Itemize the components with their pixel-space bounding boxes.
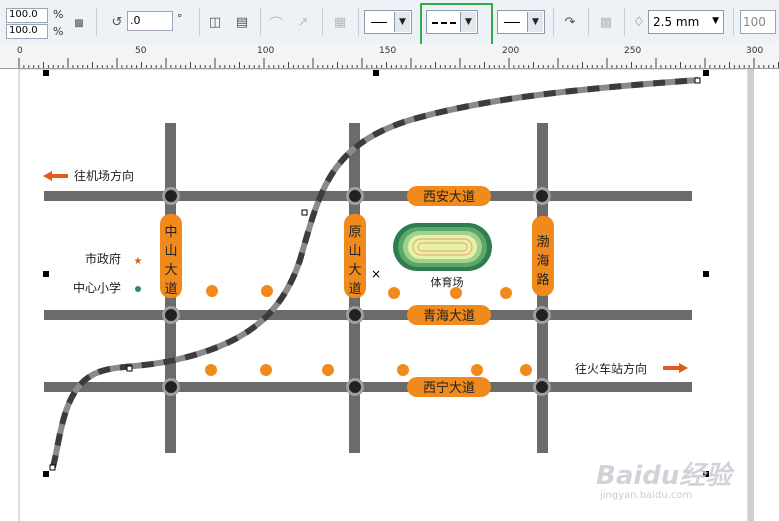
end-arrow-select[interactable]: ▼ (497, 10, 545, 34)
drawing-canvas[interactable]: 西安大道 青海大道 西宁大道 中山大道 原山大道 渤海路 体育场 市政府 ★ 中… (0, 69, 779, 521)
selection-handle (43, 271, 49, 277)
school-dot-icon (135, 286, 141, 292)
tree-dot (500, 287, 512, 299)
rotate-icon: ↺ (111, 14, 123, 30)
horizontal-ruler[interactable]: 0 50 100 150 200 250 300 (0, 44, 779, 69)
chevron-down-icon[interactable]: ▼ (394, 12, 410, 32)
tree-dot (322, 364, 334, 376)
curve-node (694, 77, 701, 84)
selection-handle (703, 271, 709, 277)
curve-node (49, 464, 56, 471)
page-border (18, 69, 749, 521)
label-bohai: 渤海路 (536, 234, 549, 288)
intersection-node (346, 306, 364, 324)
ruler-label-300: 300 (746, 46, 764, 56)
mirror-vertical-icon[interactable]: ▤ (233, 13, 251, 31)
stadium-label: 体育场 (431, 275, 464, 289)
tree-dot (260, 364, 272, 376)
scale-y-input[interactable]: 100.0 (6, 24, 48, 39)
center-cross-icon: × (371, 267, 381, 281)
rotation-unit: ° (177, 12, 183, 25)
pen-nib-icon: ♢ (633, 14, 645, 30)
reverse-direction-icon[interactable]: ↷ (561, 13, 579, 31)
chevron-down-icon[interactable]: ▼ (712, 16, 719, 26)
selection-handle (373, 70, 379, 76)
scale-x-unit: % (53, 8, 64, 21)
tree-dot (206, 285, 218, 297)
selection-handle (43, 471, 49, 477)
tree-dot (388, 287, 400, 299)
tree-dot (520, 364, 532, 376)
intersection-node (162, 378, 180, 396)
tree-dot (471, 364, 483, 376)
curve-node (301, 209, 308, 216)
label-xining: 西宁大道 (423, 380, 475, 396)
legend-gov-label: 市政府 (85, 251, 121, 266)
stadium-icon (393, 223, 492, 271)
intersection-node (346, 187, 364, 205)
road-qinghai (44, 310, 692, 320)
to-airport-label: 往机场方向 (74, 168, 134, 183)
road-xining (44, 382, 692, 392)
ruler-label-0: 0 (17, 46, 23, 56)
watermark-url: jingyan.baidu.com (600, 490, 693, 501)
watermark-brand: Baidu经验 (596, 461, 732, 491)
scale-x-input[interactable]: 100.0 (6, 8, 48, 23)
wrap-text-icon[interactable]: ▦ (331, 13, 349, 31)
tree-dot (450, 287, 462, 299)
intersection-node (533, 306, 551, 324)
scale-y-unit: % (53, 25, 64, 38)
label-xian: 西安大道 (423, 190, 475, 205)
start-arrow-preview (371, 22, 387, 23)
line-tool-icon[interactable]: ↗ (294, 13, 312, 31)
start-arrow-select[interactable]: ▼ (364, 10, 412, 34)
intersection-node (162, 306, 180, 324)
rotation-input[interactable]: .0 (127, 11, 173, 31)
legend-school-label: 中心小学 (73, 280, 121, 295)
property-bar: 100.0 100.0 % % ▩ ↺ .0 ° ◫ ▤ ⌒ ↗ ▦ ▼ ▼ ▼… (0, 0, 779, 45)
end-arrow-preview (504, 22, 520, 23)
intersection-node (346, 378, 364, 396)
lock-ratio-icon[interactable]: ▩ (70, 14, 88, 32)
ruler-label-100: 100 (257, 46, 275, 56)
line-width-select[interactable]: 2.5 mm ▼ (648, 10, 724, 34)
ruler-label-200: 200 (502, 46, 520, 56)
chevron-down-icon[interactable]: ▼ (527, 12, 543, 32)
intersection-node (162, 187, 180, 205)
page-shadow (748, 69, 754, 521)
selection-handle (43, 70, 49, 76)
road-xian (44, 191, 692, 201)
to-station-label: 往火车站方向 (575, 361, 647, 376)
ruler-label-250: 250 (624, 46, 642, 56)
star-icon: ★ (134, 256, 143, 267)
tree-dot (261, 285, 273, 297)
ruler-label-50: 50 (135, 46, 147, 56)
tree-dot (397, 364, 409, 376)
tree-dot (205, 364, 217, 376)
ruler-label-150: 150 (379, 46, 397, 56)
opacity-input[interactable]: 100 (740, 10, 776, 34)
line-width-value: 2.5 mm (653, 15, 700, 29)
intersection-node (533, 378, 551, 396)
close-curve-icon[interactable]: ▩ (597, 13, 615, 31)
selection-handle (703, 70, 709, 76)
curve-node (126, 365, 133, 372)
connector-icon[interactable]: ⌒ (267, 13, 285, 32)
line-style-highlight-box (420, 3, 493, 47)
mirror-horizontal-icon[interactable]: ◫ (206, 13, 224, 31)
map-drawing: 西安大道 青海大道 西宁大道 中山大道 原山大道 渤海路 体育场 市政府 ★ 中… (18, 69, 754, 521)
label-qinghai: 青海大道 (423, 309, 475, 324)
intersection-node (533, 187, 551, 205)
